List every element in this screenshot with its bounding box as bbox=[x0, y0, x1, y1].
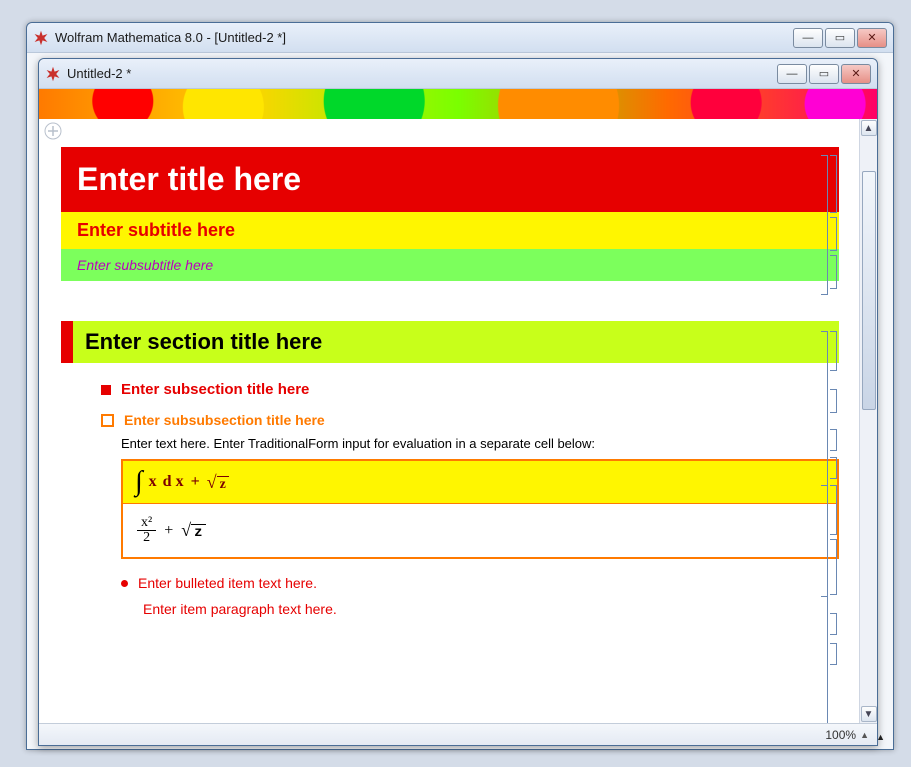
scrollbar-thumb[interactable] bbox=[862, 171, 876, 410]
zoom-caret-icon: ▲ bbox=[860, 730, 869, 740]
title-cell[interactable]: Enter title here bbox=[61, 147, 839, 212]
plus-operator: + bbox=[191, 473, 200, 491]
integral-icon: ∫ bbox=[135, 471, 143, 493]
close-icon: ✕ bbox=[867, 31, 876, 44]
close-icon: ✕ bbox=[851, 67, 860, 80]
zoom-control[interactable]: 100% ▲ bbox=[825, 728, 869, 742]
inner-statusbar: 100% ▲ bbox=[39, 723, 877, 745]
section-accent-bar bbox=[61, 321, 73, 363]
input-cell[interactable]: ∫ x d x + √ z bbox=[123, 461, 837, 503]
differential: d x bbox=[163, 473, 184, 491]
close-button[interactable]: ✕ bbox=[857, 28, 887, 48]
subsection-cell[interactable]: Enter subsection title here bbox=[101, 381, 839, 398]
section-cell[interactable]: Enter section title here bbox=[61, 321, 839, 363]
subsection-label: Enter subsection title here bbox=[121, 381, 309, 398]
plus-operator: + bbox=[164, 522, 173, 540]
sqrt-expr: √ z bbox=[207, 472, 229, 493]
minimize-button[interactable]: — bbox=[777, 64, 807, 84]
cell-bracket[interactable] bbox=[830, 643, 837, 665]
title-group: Enter title here Enter subtitle here Ent… bbox=[61, 147, 839, 281]
fraction-denominator: 2 bbox=[139, 531, 154, 545]
output-cell[interactable]: x² 2 + √ z bbox=[123, 503, 837, 557]
zoom-level: 100% bbox=[825, 728, 856, 742]
sqrt-arg: z bbox=[217, 476, 229, 493]
subsubsection-cell[interactable]: Enter subsubsection title here bbox=[101, 412, 839, 428]
inner-titlebar[interactable]: Untitled-2 * — ▭ ✕ bbox=[39, 59, 877, 89]
section-label: Enter section title here bbox=[73, 321, 839, 363]
radical-icon: √ bbox=[181, 520, 191, 541]
bulleted-text: Enter bulleted item text here. bbox=[138, 575, 317, 591]
sqrt-expr: √ z bbox=[181, 520, 205, 541]
fraction: x² 2 bbox=[137, 516, 156, 545]
chevron-down-icon: ▼ bbox=[864, 709, 874, 720]
subsubsection-label: Enter subsubsection title here bbox=[124, 412, 325, 428]
radical-icon: √ bbox=[207, 472, 217, 493]
stylesheet-banner bbox=[39, 89, 877, 119]
vertical-scrollbar[interactable]: ▲ ▼ bbox=[859, 119, 877, 723]
minimize-icon: — bbox=[787, 68, 798, 80]
scrollbar-track[interactable] bbox=[861, 137, 877, 705]
inner-window-title: Untitled-2 * bbox=[61, 66, 777, 81]
maximize-button[interactable]: ▭ bbox=[809, 64, 839, 84]
outer-window-title: Wolfram Mathematica 8.0 - [Untitled-2 *] bbox=[49, 30, 793, 45]
maximize-button[interactable]: ▭ bbox=[825, 28, 855, 48]
input-output-group: ∫ x d x + √ z x² 2 + √ bbox=[121, 459, 839, 559]
chevron-up-icon: ▲ bbox=[864, 123, 874, 134]
notebook-window: Untitled-2 * — ▭ ✕ Enter title here Ente… bbox=[38, 58, 878, 746]
notebook-content[interactable]: Enter title here Enter subtitle here Ent… bbox=[39, 119, 859, 723]
wolfram-icon bbox=[45, 66, 61, 82]
minimize-icon: — bbox=[803, 32, 814, 44]
sqrt-arg: z bbox=[191, 524, 205, 541]
maximize-icon: ▭ bbox=[835, 31, 845, 44]
scroll-down-button[interactable]: ▼ bbox=[861, 706, 877, 722]
add-cell-icon[interactable] bbox=[43, 121, 63, 141]
close-button[interactable]: ✕ bbox=[841, 64, 871, 84]
minimize-button[interactable]: — bbox=[793, 28, 823, 48]
bulleted-item-cell[interactable]: Enter bulleted item text here. bbox=[121, 575, 839, 591]
text-cell[interactable]: Enter text here. Enter TraditionalForm i… bbox=[121, 436, 839, 451]
outer-window-buttons: — ▭ ✕ bbox=[793, 28, 887, 48]
subtitle-cell[interactable]: Enter subtitle here bbox=[61, 212, 839, 249]
notebook-viewport: Enter title here Enter subtitle here Ent… bbox=[39, 119, 877, 723]
scroll-up-button[interactable]: ▲ bbox=[861, 120, 877, 136]
outer-titlebar[interactable]: Wolfram Mathematica 8.0 - [Untitled-2 *]… bbox=[27, 23, 893, 53]
subsubtitle-cell[interactable]: Enter subsubtitle here bbox=[61, 249, 839, 281]
inner-window-buttons: — ▭ ✕ bbox=[777, 64, 871, 84]
maximize-icon: ▭ bbox=[819, 67, 829, 80]
fraction-numerator: x² bbox=[137, 516, 156, 531]
integrand-var: x bbox=[149, 473, 157, 491]
wolfram-icon bbox=[33, 30, 49, 46]
item-paragraph-cell[interactable]: Enter item paragraph text here. bbox=[143, 601, 839, 617]
